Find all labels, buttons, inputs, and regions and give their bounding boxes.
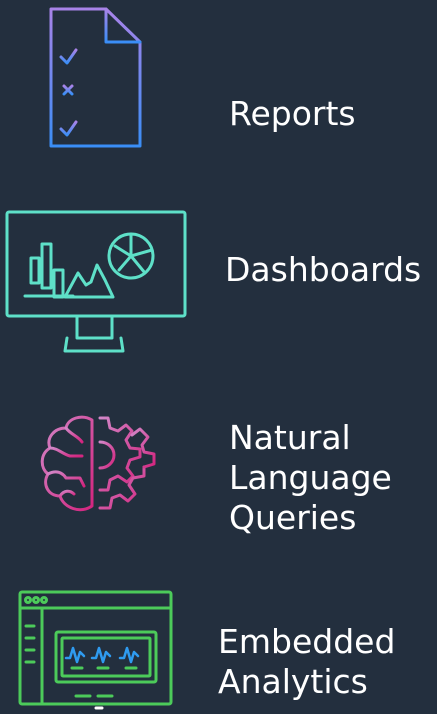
dashboards-label: Dashboards — [225, 250, 421, 290]
embedded-label: Embedded Analytics — [218, 622, 395, 702]
dashboard-monitor-icon — [5, 210, 187, 353]
reports-label-line: Reports — [229, 94, 356, 133]
dashboards-label-line: Dashboards — [225, 250, 422, 289]
brain-gear-icon — [40, 415, 156, 512]
embedded-window-icon — [18, 590, 173, 710]
reports-label: Reports — [229, 94, 356, 134]
nlq-label-line-2: Language — [229, 458, 392, 497]
nlq-label-line-1: Natural — [229, 418, 351, 457]
embedded-label-line-1: Embedded — [218, 622, 396, 661]
nlq-label: Natural Language Queries — [229, 418, 392, 538]
embedded-label-line-2: Analytics — [218, 662, 368, 701]
report-checklist-icon — [49, 7, 142, 148]
nlq-label-line-3: Queries — [229, 498, 357, 537]
